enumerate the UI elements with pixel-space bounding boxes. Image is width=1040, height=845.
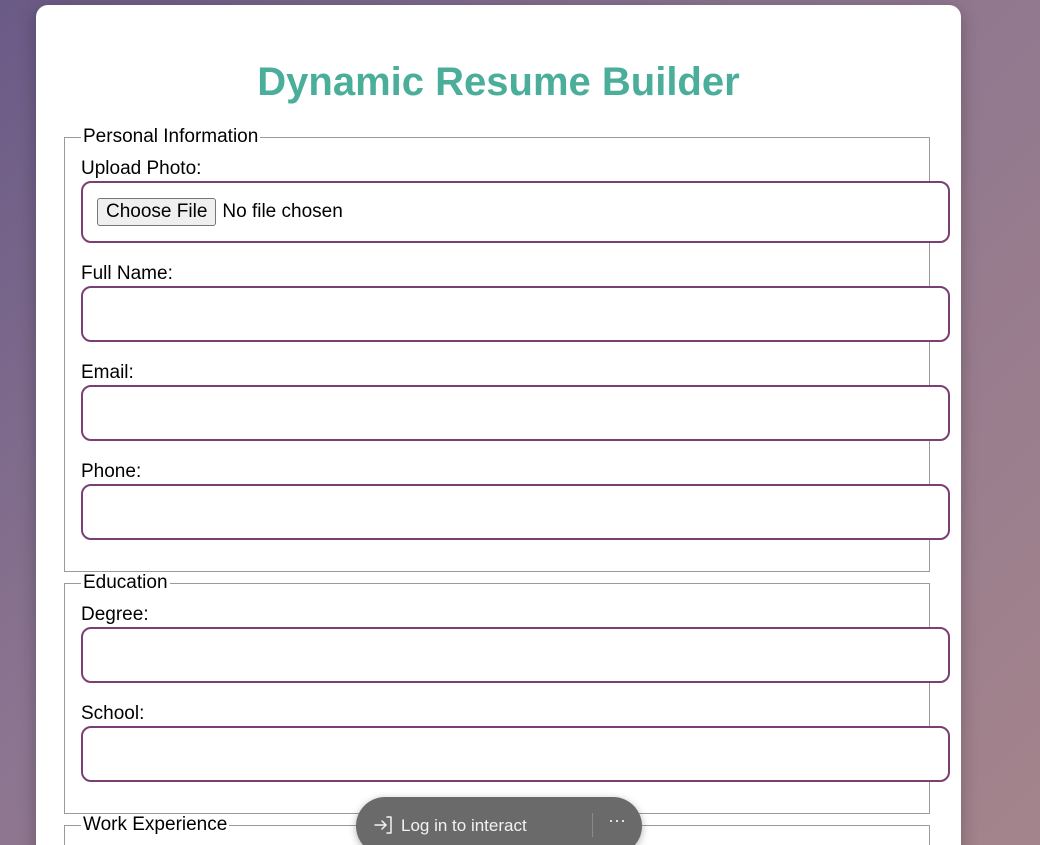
- photo-file-input[interactable]: Choose File No file chosen: [81, 181, 950, 243]
- education-fieldset: Education Degree: School:: [64, 573, 950, 814]
- personal-information-legend: Personal Information: [81, 126, 261, 147]
- email-input[interactable]: [81, 385, 950, 441]
- phone-input[interactable]: [81, 484, 950, 540]
- file-status-text: No file chosen: [222, 201, 343, 222]
- school-input[interactable]: [81, 726, 950, 782]
- resume-card: Dynamic Resume Builder Personal Informat…: [36, 5, 961, 845]
- degree-label: Degree:: [81, 604, 149, 625]
- email-label: Email:: [81, 362, 134, 383]
- personal-information-fieldset: Personal Information Upload Photo: Choos…: [64, 127, 950, 572]
- login-to-interact-pill[interactable]: Log in to interact ···: [356, 797, 642, 845]
- login-arrow-icon: [374, 816, 392, 834]
- choose-file-button[interactable]: Choose File: [97, 198, 217, 226]
- more-horizontal-icon[interactable]: ···: [608, 810, 626, 830]
- full-name-label: Full Name:: [81, 263, 173, 284]
- page-title: Dynamic Resume Builder: [257, 60, 740, 104]
- work-experience-legend: Work Experience: [81, 814, 230, 835]
- login-to-interact-label[interactable]: Log in to interact: [401, 816, 527, 836]
- education-legend: Education: [81, 572, 170, 593]
- upload-photo-label: Upload Photo:: [81, 158, 202, 179]
- degree-input[interactable]: [81, 627, 950, 683]
- school-label: School:: [81, 703, 145, 724]
- phone-label: Phone:: [81, 461, 142, 482]
- pill-divider: [592, 813, 593, 837]
- full-name-input[interactable]: [81, 286, 950, 342]
